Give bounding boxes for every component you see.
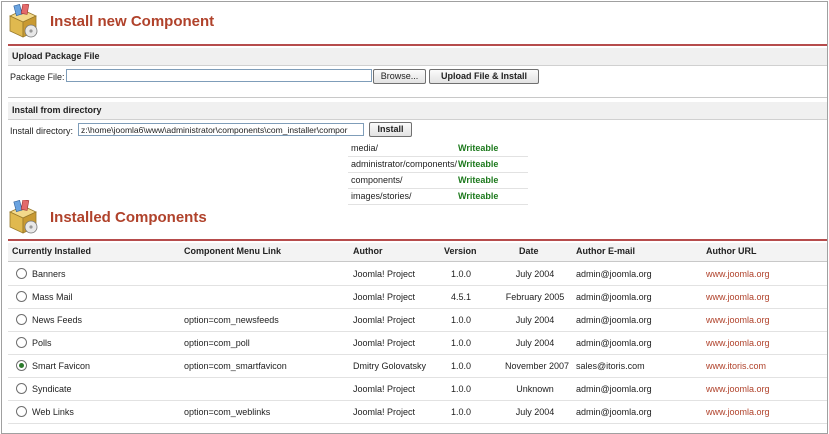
component-date: July 2004 <box>515 338 555 348</box>
component-name: Polls <box>32 338 52 348</box>
table-row: Smart Favicon option=com_smartfavicon Dmit… <box>8 355 827 378</box>
col-currently-installed: Currently Installed <box>12 246 92 256</box>
component-url-link[interactable]: www.joomla.org <box>706 407 770 417</box>
directory-path: images/stories/ <box>351 191 412 201</box>
component-version: 1.0.0 <box>450 315 472 325</box>
installer-page: Install new Component Upload Package Fil… <box>1 1 828 434</box>
component-url-link[interactable]: www.joomla.org <box>706 315 770 325</box>
table-row: Polls option=com_poll Joomla! Project 1.0.0… <box>8 332 827 355</box>
component-radio[interactable] <box>16 314 27 325</box>
browse-button[interactable]: Browse... <box>373 69 426 84</box>
component-radio[interactable] <box>16 268 27 279</box>
components-table-header: Currently Installed Component Menu Link … <box>8 243 827 262</box>
install-box-icon <box>6 3 40 40</box>
component-author: Joomla! Project <box>353 292 416 302</box>
component-version: 1.0.0 <box>450 361 472 371</box>
component-email: admin@joomla.org <box>576 292 652 302</box>
writeable-status: Writeable <box>458 175 499 185</box>
col-date: Date <box>519 246 539 256</box>
table-row: Mass Mail Joomla! Project 4.5.1 February 20… <box>8 286 827 309</box>
component-version: 1.0.0 <box>450 269 472 279</box>
component-email: admin@joomla.org <box>576 407 652 417</box>
component-date: February 2005 <box>505 292 565 302</box>
component-url-link[interactable]: www.itoris.com <box>706 361 766 371</box>
component-version: 1.0.0 <box>450 407 472 417</box>
component-name: Banners <box>32 269 66 279</box>
col-version: Version <box>444 246 477 256</box>
component-radio[interactable] <box>16 406 27 417</box>
component-url-link[interactable]: www.joomla.org <box>706 338 770 348</box>
col-email: Author E-mail <box>576 246 636 256</box>
component-email: sales@itoris.com <box>576 361 645 371</box>
component-name: Mass Mail <box>32 292 73 302</box>
directory-path: administrator/components/ <box>351 159 458 169</box>
package-file-input[interactable] <box>66 69 372 82</box>
component-radio[interactable] <box>16 383 27 394</box>
component-author: Joomla! Project <box>353 384 416 394</box>
component-date: July 2004 <box>515 315 555 325</box>
directory-row: administrator/components/ Writeable <box>348 157 528 173</box>
component-date: July 2004 <box>515 269 555 279</box>
writeable-status: Writeable <box>458 159 499 169</box>
directory-row: images/stories/ Writeable <box>348 189 528 205</box>
component-radio[interactable] <box>16 337 27 348</box>
package-file-label: Package File: <box>10 72 65 82</box>
component-email: admin@joomla.org <box>576 315 652 325</box>
component-name: Syndicate <box>32 384 72 394</box>
install-directory-label: Install directory: <box>10 126 74 136</box>
install-directory-input[interactable]: z:\home\joomla6\www\administrator\compon… <box>78 123 364 136</box>
component-author: Joomla! Project <box>353 407 416 417</box>
install-box-icon <box>6 199 40 236</box>
title-divider <box>8 44 827 46</box>
directory-permissions: media/ Writeable administrator/component… <box>342 141 528 205</box>
col-author: Author <box>353 246 383 256</box>
installed-divider <box>8 239 827 241</box>
component-radio[interactable] <box>16 291 27 302</box>
writeable-status: Writeable <box>458 191 499 201</box>
table-row: Syndicate Joomla! Project 1.0.0 Unknown admi… <box>8 378 827 401</box>
component-date: July 2004 <box>515 407 555 417</box>
component-email: admin@joomla.org <box>576 338 652 348</box>
page-title: Install new Component <box>50 13 215 30</box>
component-date: November 2007 <box>505 361 570 371</box>
component-url-link[interactable]: www.joomla.org <box>706 269 770 279</box>
component-url-link[interactable]: www.joomla.org <box>706 292 770 302</box>
component-author: Joomla! Project <box>353 338 416 348</box>
upload-install-button[interactable]: Upload File & Install <box>429 69 539 84</box>
table-row: Web Links option=com_weblinks Joomla! Proj… <box>8 401 827 424</box>
component-name: News Feeds <box>32 315 83 325</box>
component-author: Dmitry Golovatsky <box>353 361 427 371</box>
upload-panel-header: Upload Package File <box>8 48 827 66</box>
component-author: Joomla! Project <box>353 269 416 279</box>
component-menu-link: option=com_newsfeeds <box>184 315 279 325</box>
col-url: Author URL <box>706 246 757 256</box>
component-url-link[interactable]: www.joomla.org <box>706 384 770 394</box>
component-email: admin@joomla.org <box>576 269 652 279</box>
directory-row: components/ Writeable <box>348 173 528 189</box>
directory-panel-header: Install from directory <box>8 102 827 120</box>
component-author: Joomla! Project <box>353 315 416 325</box>
component-name: Web Links <box>32 407 74 417</box>
component-name: Smart Favicon <box>32 361 91 371</box>
component-menu-link: option=com_smartfavicon <box>184 361 287 371</box>
table-row: News Feeds option=com_newsfeeds Joomla! Pr… <box>8 309 827 332</box>
component-menu-link: option=com_weblinks <box>184 407 271 417</box>
component-version: 1.0.0 <box>450 384 472 394</box>
section-divider <box>8 97 827 98</box>
directory-path: media/ <box>351 143 379 153</box>
installed-components-title: Installed Components <box>50 209 207 226</box>
component-radio[interactable] <box>16 360 27 371</box>
install-button[interactable]: Install <box>369 122 412 137</box>
directory-row: media/ Writeable <box>348 141 528 157</box>
col-menu-link: Component Menu Link <box>184 246 281 256</box>
writeable-status: Writeable <box>458 143 499 153</box>
component-email: admin@joomla.org <box>576 384 652 394</box>
table-row: Banners Joomla! Project 1.0.0 July 2004 admi… <box>8 263 827 286</box>
directory-path: components/ <box>351 175 403 185</box>
component-version: 4.5.1 <box>450 292 472 302</box>
component-menu-link: option=com_poll <box>184 338 250 348</box>
component-version: 1.0.0 <box>450 338 472 348</box>
component-date: Unknown <box>516 384 554 394</box>
